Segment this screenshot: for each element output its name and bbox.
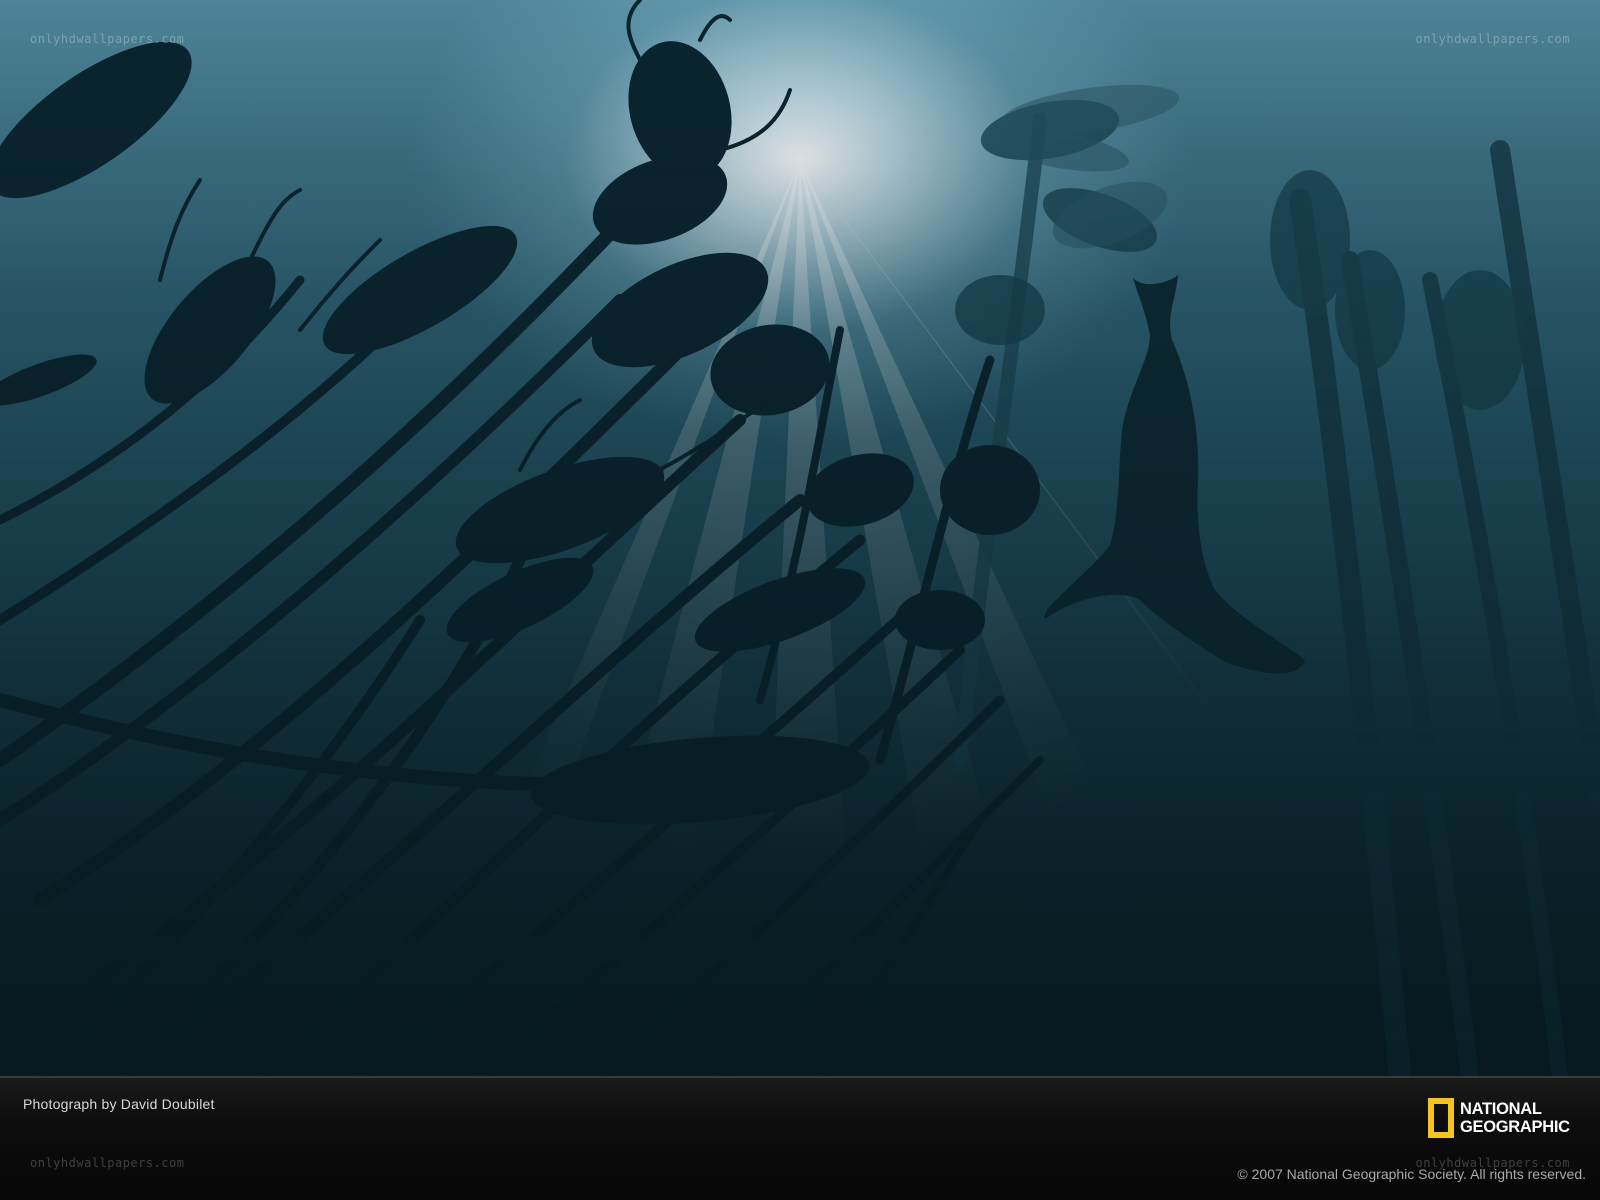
logo-line-2: GEOGRAPHIC: [1460, 1118, 1570, 1136]
wallpaper-frame: onlyhdwallpapers.com onlyhdwallpapers.co…: [0, 0, 1600, 1200]
yellow-border-icon: [1428, 1098, 1454, 1138]
caption-bar: Photograph by David Doubilet NATIONAL GE…: [0, 1076, 1600, 1200]
logo-wordmark: NATIONAL GEOGRAPHIC: [1460, 1100, 1570, 1136]
kelp-forest-scene: [0, 0, 1600, 1076]
watermark-bottom-right: onlyhdwallpapers.com: [1415, 1156, 1570, 1170]
watermark-top-right: onlyhdwallpapers.com: [1415, 32, 1570, 46]
logo-line-1: NATIONAL: [1460, 1100, 1542, 1118]
watermark-bottom-left: onlyhdwallpapers.com: [30, 1156, 185, 1170]
underwater-photo: onlyhdwallpapers.com onlyhdwallpapers.co…: [0, 0, 1600, 1076]
photo-credit: Photograph by David Doubilet: [23, 1096, 215, 1112]
watermark-top-left: onlyhdwallpapers.com: [30, 32, 185, 46]
national-geographic-logo: NATIONAL GEOGRAPHIC: [1428, 1095, 1588, 1141]
